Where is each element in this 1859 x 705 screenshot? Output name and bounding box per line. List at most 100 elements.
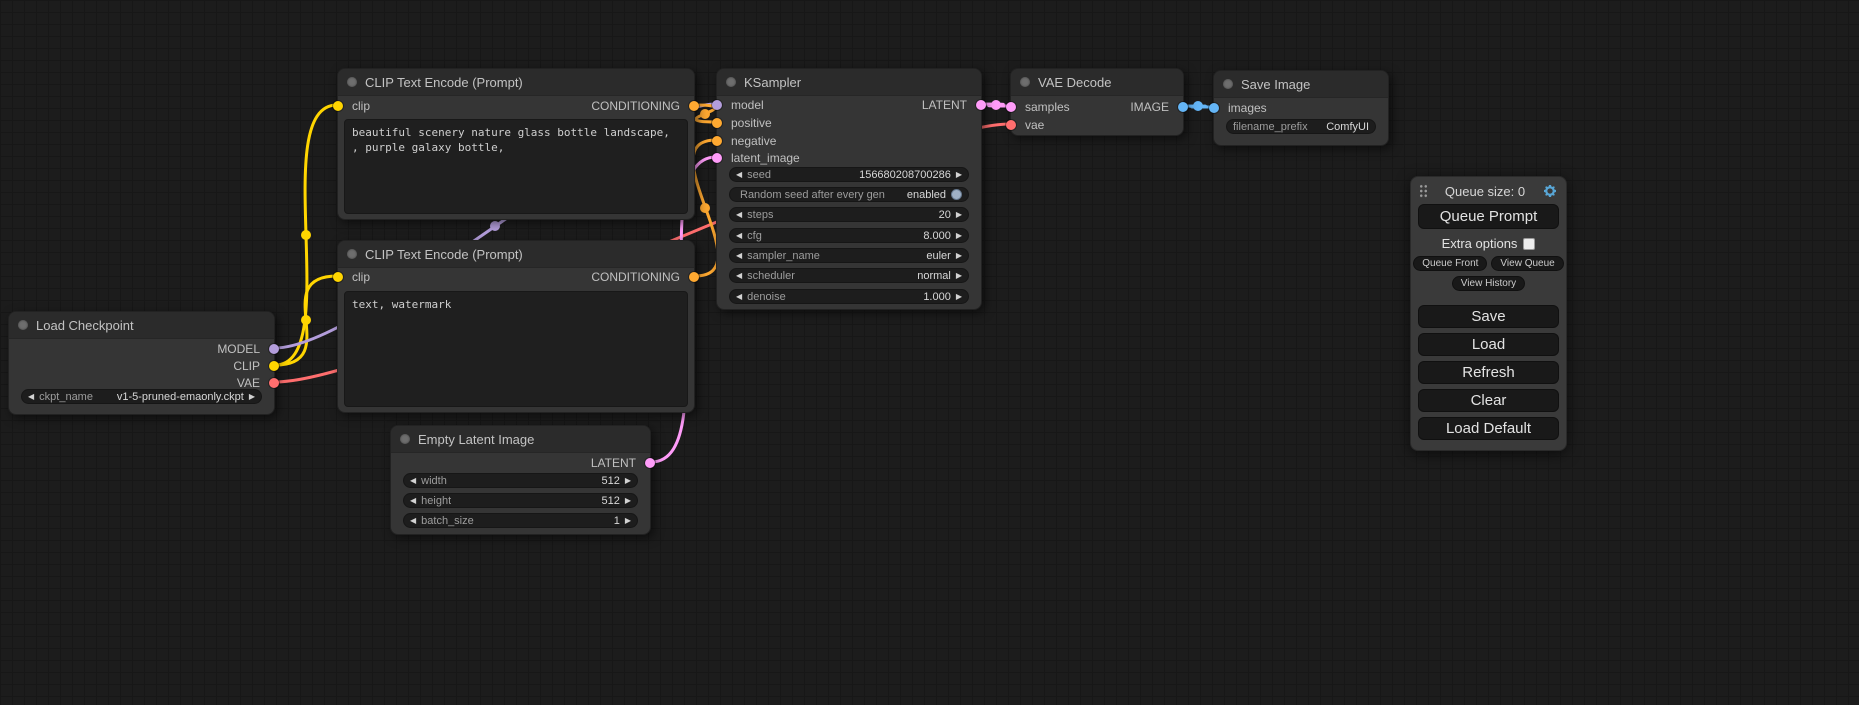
node-title-bar[interactable]: Save Image	[1214, 71, 1388, 98]
collapse-dot-icon[interactable]	[726, 77, 736, 87]
output-slot-image[interactable]: IMAGE	[1130, 100, 1183, 114]
input-dot-negative[interactable]	[712, 136, 722, 146]
node-graph-canvas[interactable]: Load Checkpoint MODEL CLIP VAE ◀ ckpt_na…	[0, 0, 1859, 705]
node-ksampler[interactable]: KSampler model positive negative latent_…	[716, 68, 982, 310]
input-dot-model[interactable]	[712, 100, 722, 110]
node-title-bar[interactable]: KSampler	[717, 69, 981, 96]
decrement-arrow-icon[interactable]: ◀	[736, 168, 742, 181]
widget-scheduler[interactable]: ◀ scheduler normal ▶	[729, 268, 969, 283]
input-dot-positive[interactable]	[712, 118, 722, 128]
output-dot-conditioning[interactable]	[689, 272, 699, 282]
input-slot-clip[interactable]: clip	[338, 270, 370, 284]
output-slot-latent[interactable]: LATENT	[922, 98, 981, 112]
widget-ckpt-name[interactable]: ◀ ckpt_name v1-5-pruned-emaonly.ckpt ▶	[21, 389, 262, 404]
output-dot-image[interactable]	[1178, 102, 1188, 112]
collapse-dot-icon[interactable]	[1223, 79, 1233, 89]
node-clip-text-encode-positive[interactable]: CLIP Text Encode (Prompt) clip CONDITION…	[337, 68, 695, 220]
input-dot-vae[interactable]	[1006, 120, 1016, 130]
node-vae-decode[interactable]: VAE Decode samples vae IMAGE	[1010, 68, 1184, 136]
queue-prompt-button[interactable]: Queue Prompt	[1418, 204, 1559, 229]
node-load-checkpoint[interactable]: Load Checkpoint MODEL CLIP VAE ◀ ckpt_na…	[8, 311, 275, 415]
collapse-dot-icon[interactable]	[18, 320, 28, 330]
node-title-bar[interactable]: CLIP Text Encode (Prompt)	[338, 241, 694, 268]
increment-arrow-icon[interactable]: ▶	[249, 390, 255, 403]
decrement-arrow-icon[interactable]: ◀	[410, 474, 416, 487]
decrement-arrow-icon[interactable]: ◀	[736, 208, 742, 221]
input-dot-samples[interactable]	[1006, 102, 1016, 112]
decrement-arrow-icon[interactable]: ◀	[736, 290, 742, 303]
queue-front-button[interactable]: Queue Front	[1413, 256, 1487, 271]
input-dot-images[interactable]	[1209, 103, 1219, 113]
decrement-arrow-icon[interactable]: ◀	[410, 514, 416, 527]
increment-arrow-icon[interactable]: ▶	[956, 249, 962, 262]
view-history-button[interactable]: View History	[1452, 276, 1525, 291]
output-slot-conditioning[interactable]: CONDITIONING	[591, 99, 694, 113]
output-slot-vae[interactable]: VAE	[237, 376, 274, 390]
widget-random-seed-toggle[interactable]: Random seed after every gen enabled	[729, 187, 969, 202]
node-clip-text-encode-negative[interactable]: CLIP Text Encode (Prompt) clip CONDITION…	[337, 240, 695, 413]
widget-width[interactable]: ◀ width 512 ▶	[403, 473, 638, 488]
increment-arrow-icon[interactable]: ▶	[625, 474, 631, 487]
collapse-dot-icon[interactable]	[347, 77, 357, 87]
output-slot-latent[interactable]: LATENT	[591, 456, 650, 470]
increment-arrow-icon[interactable]: ▶	[956, 269, 962, 282]
output-dot-conditioning[interactable]	[689, 101, 699, 111]
clear-button[interactable]: Clear	[1418, 389, 1559, 412]
collapse-dot-icon[interactable]	[347, 249, 357, 259]
input-slot-samples[interactable]: samples	[1011, 100, 1070, 114]
output-dot-latent[interactable]	[645, 458, 655, 468]
settings-gear-icon[interactable]	[1542, 183, 1558, 199]
increment-arrow-icon[interactable]: ▶	[956, 229, 962, 242]
widget-sampler-name[interactable]: ◀ sampler_name euler ▶	[729, 248, 969, 263]
input-dot-latent-image[interactable]	[712, 153, 722, 163]
input-dot-clip[interactable]	[333, 101, 343, 111]
output-dot-clip[interactable]	[269, 361, 279, 371]
node-title-bar[interactable]: Load Checkpoint	[9, 312, 274, 339]
input-slot-clip[interactable]: clip	[338, 99, 370, 113]
prompt-textarea[interactable]: text, watermark	[344, 291, 688, 407]
toggle-knob-icon[interactable]	[951, 189, 962, 200]
widget-cfg[interactable]: ◀ cfg 8.000 ▶	[729, 228, 969, 243]
load-default-button[interactable]: Load Default	[1418, 417, 1559, 440]
input-dot-clip[interactable]	[333, 272, 343, 282]
input-slot-vae[interactable]: vae	[1011, 118, 1044, 132]
prompt-textarea[interactable]: beautiful scenery nature glass bottle la…	[344, 119, 688, 214]
output-dot-model[interactable]	[269, 344, 279, 354]
node-save-image[interactable]: Save Image images filename_prefix ComfyU…	[1213, 70, 1389, 146]
input-slot-negative[interactable]: negative	[717, 134, 776, 148]
widget-filename-prefix[interactable]: filename_prefix ComfyUI	[1226, 119, 1376, 134]
decrement-arrow-icon[interactable]: ◀	[736, 249, 742, 262]
refresh-button[interactable]: Refresh	[1418, 361, 1559, 384]
widget-seed[interactable]: ◀ seed 156680208700286 ▶	[729, 167, 969, 182]
save-button[interactable]: Save	[1418, 305, 1559, 328]
increment-arrow-icon[interactable]: ▶	[956, 168, 962, 181]
widget-height[interactable]: ◀ height 512 ▶	[403, 493, 638, 508]
output-dot-vae[interactable]	[269, 378, 279, 388]
output-slot-model[interactable]: MODEL	[217, 342, 274, 356]
decrement-arrow-icon[interactable]: ◀	[736, 269, 742, 282]
decrement-arrow-icon[interactable]: ◀	[736, 229, 742, 242]
decrement-arrow-icon[interactable]: ◀	[28, 390, 34, 403]
output-dot-latent[interactable]	[976, 100, 986, 110]
increment-arrow-icon[interactable]: ▶	[625, 514, 631, 527]
input-slot-model[interactable]: model	[717, 98, 764, 112]
collapse-dot-icon[interactable]	[400, 434, 410, 444]
widget-batch-size[interactable]: ◀ batch_size 1 ▶	[403, 513, 638, 528]
input-slot-latent-image[interactable]: latent_image	[717, 151, 800, 165]
node-title-bar[interactable]: VAE Decode	[1011, 69, 1183, 96]
view-queue-button[interactable]: View Queue	[1491, 256, 1563, 271]
increment-arrow-icon[interactable]: ▶	[956, 208, 962, 221]
drag-handle-icon[interactable]	[1419, 184, 1428, 198]
output-slot-clip[interactable]: CLIP	[233, 359, 274, 373]
node-empty-latent-image[interactable]: Empty Latent Image LATENT ◀ width 512 ▶ …	[390, 425, 651, 535]
decrement-arrow-icon[interactable]: ◀	[410, 494, 416, 507]
input-slot-images[interactable]: images	[1214, 101, 1267, 115]
increment-arrow-icon[interactable]: ▶	[956, 290, 962, 303]
node-title-bar[interactable]: CLIP Text Encode (Prompt)	[338, 69, 694, 96]
output-slot-conditioning[interactable]: CONDITIONING	[591, 270, 694, 284]
increment-arrow-icon[interactable]: ▶	[625, 494, 631, 507]
load-button[interactable]: Load	[1418, 333, 1559, 356]
input-slot-positive[interactable]: positive	[717, 116, 772, 130]
node-title-bar[interactable]: Empty Latent Image	[391, 426, 650, 453]
widget-denoise[interactable]: ◀ denoise 1.000 ▶	[729, 289, 969, 304]
